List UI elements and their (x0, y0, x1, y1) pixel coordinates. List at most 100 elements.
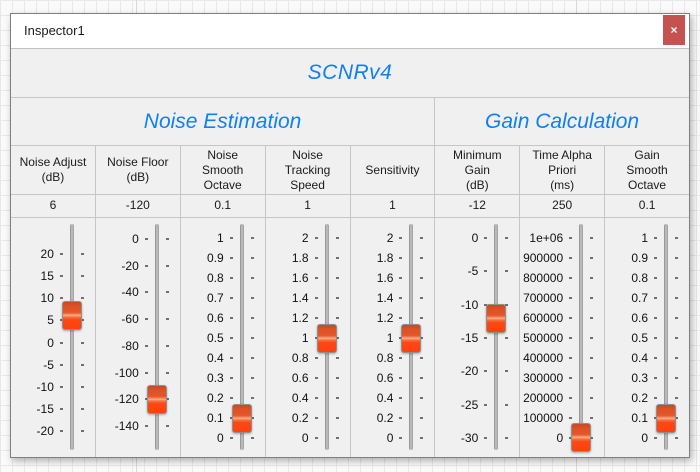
titlebar[interactable]: Inspector1 × (11, 14, 689, 49)
tick-mark-right (420, 417, 423, 419)
tick-mark-left (145, 425, 148, 427)
tick-label: 0.2 (183, 391, 224, 405)
tick-mark-left (484, 437, 487, 439)
tick-label: 100000 (522, 411, 563, 425)
tick-mark-left (654, 397, 657, 399)
tick-label: 15 (13, 269, 54, 283)
tick-mark-left (230, 277, 233, 279)
tick-mark-left (484, 337, 487, 339)
slider-handle-noise-adjust[interactable] (62, 301, 82, 330)
section-label: Gain Calculation (485, 110, 639, 134)
tick-mark-left (654, 317, 657, 319)
tick-label: 0 (268, 431, 309, 445)
slider-minimum-gain: 0-5-10-15-20-25-30 (435, 218, 520, 457)
tick-mark-left (230, 237, 233, 239)
column-header-line: Speed (290, 178, 325, 193)
tick-mark-left (569, 417, 572, 419)
column-header-time-alpha-priori: Time AlphaPriori(ms) (520, 146, 605, 194)
tick-mark-right (675, 377, 678, 379)
tick-mark-right (675, 297, 678, 299)
tick-mark-left (60, 430, 63, 432)
section-label: Noise Estimation (144, 110, 302, 134)
tick-mark-right (251, 377, 254, 379)
close-button[interactable]: × (663, 15, 685, 45)
tick-mark-left (399, 257, 402, 259)
column-header-line: (dB) (126, 170, 149, 185)
tick-label: 1.2 (268, 311, 309, 325)
slider-handle-sensitivity[interactable] (401, 324, 421, 353)
column-header-line: Priori (548, 163, 576, 178)
tick-mark-left (60, 297, 63, 299)
slider-track[interactable] (70, 224, 74, 450)
tick-mark-right (675, 317, 678, 319)
tick-mark-left (60, 408, 63, 410)
slider-handle-minimum-gain[interactable] (486, 304, 506, 333)
tick-label: -15 (13, 402, 54, 416)
tick-mark-right (166, 318, 169, 320)
tick-label: 1.2 (353, 311, 394, 325)
tick-mark-left (484, 404, 487, 406)
tick-mark-right (420, 297, 423, 299)
tick-label: 0 (353, 431, 394, 445)
slider-track[interactable] (579, 224, 583, 450)
slider-handle-noise-floor[interactable] (147, 385, 167, 414)
tick-mark-left (569, 277, 572, 279)
value-noise-floor: -120 (96, 195, 181, 217)
tick-mark-left (315, 377, 318, 379)
tick-mark-right (81, 297, 84, 299)
value-noise-smooth-octave: 0.1 (181, 195, 266, 217)
tick-mark-left (60, 386, 63, 388)
tick-mark-right (505, 370, 508, 372)
tick-mark-left (315, 357, 318, 359)
tick-mark-right (336, 237, 339, 239)
slider-track[interactable] (494, 224, 498, 450)
tick-mark-right (251, 297, 254, 299)
tick-mark-right (251, 397, 254, 399)
tick-mark-left (145, 265, 148, 267)
column-header-line: Tracking (285, 163, 331, 178)
tick-mark-right (505, 337, 508, 339)
tick-mark-left (230, 297, 233, 299)
tick-mark-left (230, 397, 233, 399)
tick-label: 0.8 (268, 351, 309, 365)
slider-handle-gain-smooth-octave[interactable] (656, 404, 676, 433)
tick-mark-left (654, 357, 657, 359)
tick-mark-right (251, 277, 254, 279)
tick-mark-right (505, 237, 508, 239)
tick-mark-left (654, 257, 657, 259)
tick-mark-right (336, 277, 339, 279)
tick-label: 20 (13, 247, 54, 261)
tick-mark-right (81, 275, 84, 277)
slider-handle-time-alpha-priori[interactable] (571, 423, 591, 452)
tick-mark-left (60, 253, 63, 255)
tick-mark-left (569, 257, 572, 259)
desktop-grid-background: { "window": { "title": "Inspector1", "cl… (0, 0, 700, 472)
column-header-noise-tracking-speed: NoiseTrackingSpeed (266, 146, 351, 194)
slider-handle-noise-smooth-octave[interactable] (232, 404, 252, 433)
tick-label: 5 (13, 313, 54, 327)
tick-mark-left (230, 437, 233, 439)
tick-mark-right (590, 337, 593, 339)
slider-noise-tracking-speed: 21.81.61.41.210.80.60.40.20 (266, 218, 351, 457)
sections-row: Noise Estimation Gain Calculation (11, 98, 689, 146)
tick-mark-right (590, 297, 593, 299)
tick-mark-right (166, 372, 169, 374)
slider-handle-noise-tracking-speed[interactable] (317, 324, 337, 353)
tick-label: -20 (13, 424, 54, 438)
tick-mark-left (654, 237, 657, 239)
column-header-line: Gain (465, 163, 490, 178)
slider-sensitivity: 21.81.61.41.210.80.60.40.20 (351, 218, 436, 457)
slider-track[interactable] (155, 224, 159, 450)
tick-mark-right (420, 277, 423, 279)
tick-label: 2 (353, 231, 394, 245)
tick-mark-left (654, 377, 657, 379)
tick-label: 1e+06 (522, 231, 563, 245)
tick-mark-right (420, 397, 423, 399)
column-header-line: Noise Floor (107, 155, 168, 170)
tick-label: 1.4 (353, 291, 394, 305)
tick-mark-right (336, 257, 339, 259)
tick-mark-left (315, 237, 318, 239)
tick-label: 1.8 (353, 251, 394, 265)
tick-mark-right (251, 437, 254, 439)
tick-mark-right (166, 265, 169, 267)
